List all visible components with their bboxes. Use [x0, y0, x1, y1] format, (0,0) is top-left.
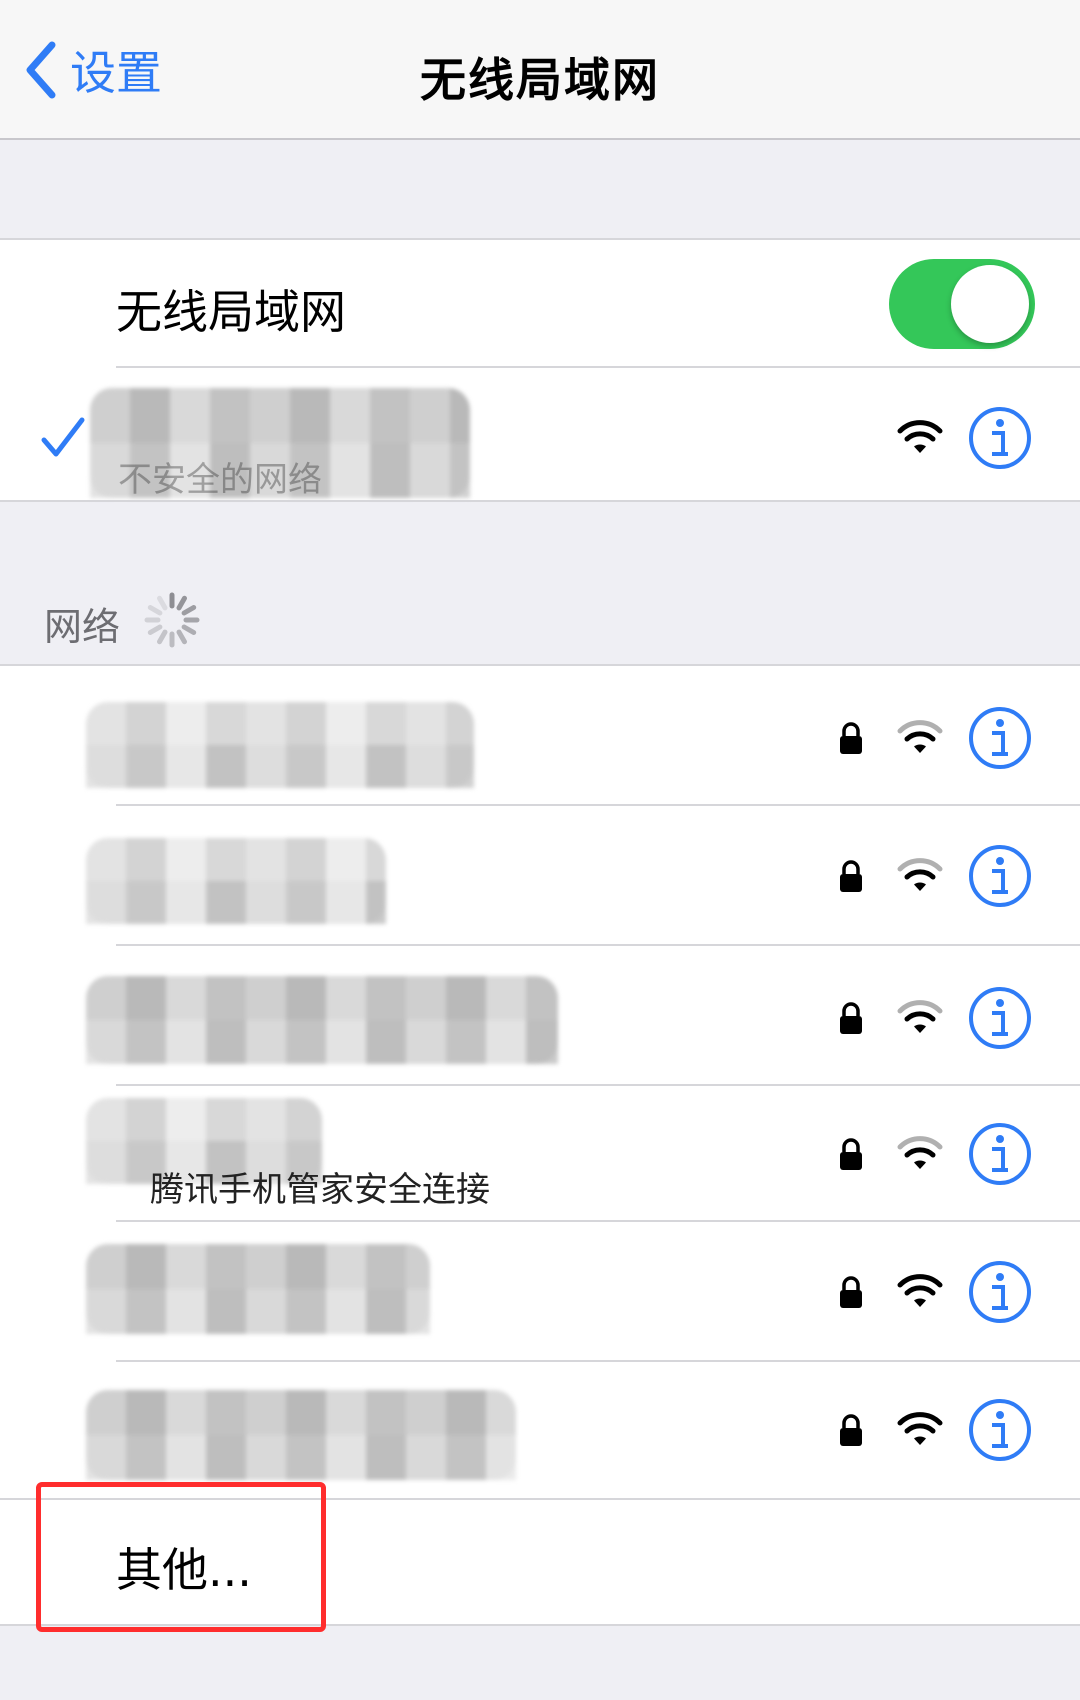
info-icon[interactable] — [968, 706, 1032, 770]
page-title: 无线局域网 — [420, 53, 660, 107]
divider — [0, 500, 1080, 502]
section-header-networks: 网络 — [44, 605, 121, 649]
lock-icon — [840, 1002, 862, 1034]
network-name-redacted — [86, 838, 386, 924]
network-row[interactable] — [0, 666, 1080, 804]
wifi-toggle-switch[interactable] — [889, 259, 1035, 349]
info-icon[interactable] — [968, 1122, 1032, 1186]
wifi-signal-icon — [897, 1412, 943, 1445]
wifi-signal-icon — [897, 1000, 943, 1033]
network-row[interactable] — [0, 946, 1080, 1084]
wifi-signal-icon — [897, 1274, 943, 1307]
toggle-knob — [951, 265, 1029, 343]
connected-network-subtitle: 不安全的网络 — [118, 460, 322, 500]
loading-spinner-icon — [144, 592, 200, 648]
network-row[interactable] — [0, 1362, 1080, 1498]
wifi-signal-icon — [897, 720, 943, 753]
network-row[interactable] — [0, 806, 1080, 944]
wifi-signal-icon — [897, 858, 943, 891]
checkmark-icon — [41, 417, 85, 457]
wifi-signal-icon — [897, 1136, 943, 1169]
network-name-redacted — [86, 976, 558, 1064]
info-icon[interactable] — [968, 844, 1032, 908]
divider — [116, 366, 1080, 368]
info-icon[interactable] — [968, 986, 1032, 1050]
network-row[interactable] — [0, 1222, 1080, 1360]
wifi-signal-icon — [897, 420, 943, 453]
info-icon[interactable] — [968, 1398, 1032, 1462]
annotation-highlight-box — [36, 1482, 326, 1632]
info-icon[interactable] — [968, 406, 1032, 470]
network-row[interactable]: 腾讯手机管家安全连接 — [0, 1086, 1080, 1220]
network-name-redacted — [86, 702, 474, 788]
network-name-redacted — [86, 1390, 516, 1480]
lock-icon — [840, 860, 862, 892]
lock-icon — [840, 1414, 862, 1446]
divider — [0, 238, 1080, 240]
lock-icon — [840, 1276, 862, 1308]
network-subtitle: 腾讯手机管家安全连接 — [150, 1170, 490, 1210]
lock-icon — [840, 1138, 862, 1170]
wifi-toggle-label: 无线局域网 — [116, 285, 346, 339]
network-name-redacted — [86, 1244, 430, 1334]
lock-icon — [840, 722, 862, 754]
info-icon[interactable] — [968, 1260, 1032, 1324]
